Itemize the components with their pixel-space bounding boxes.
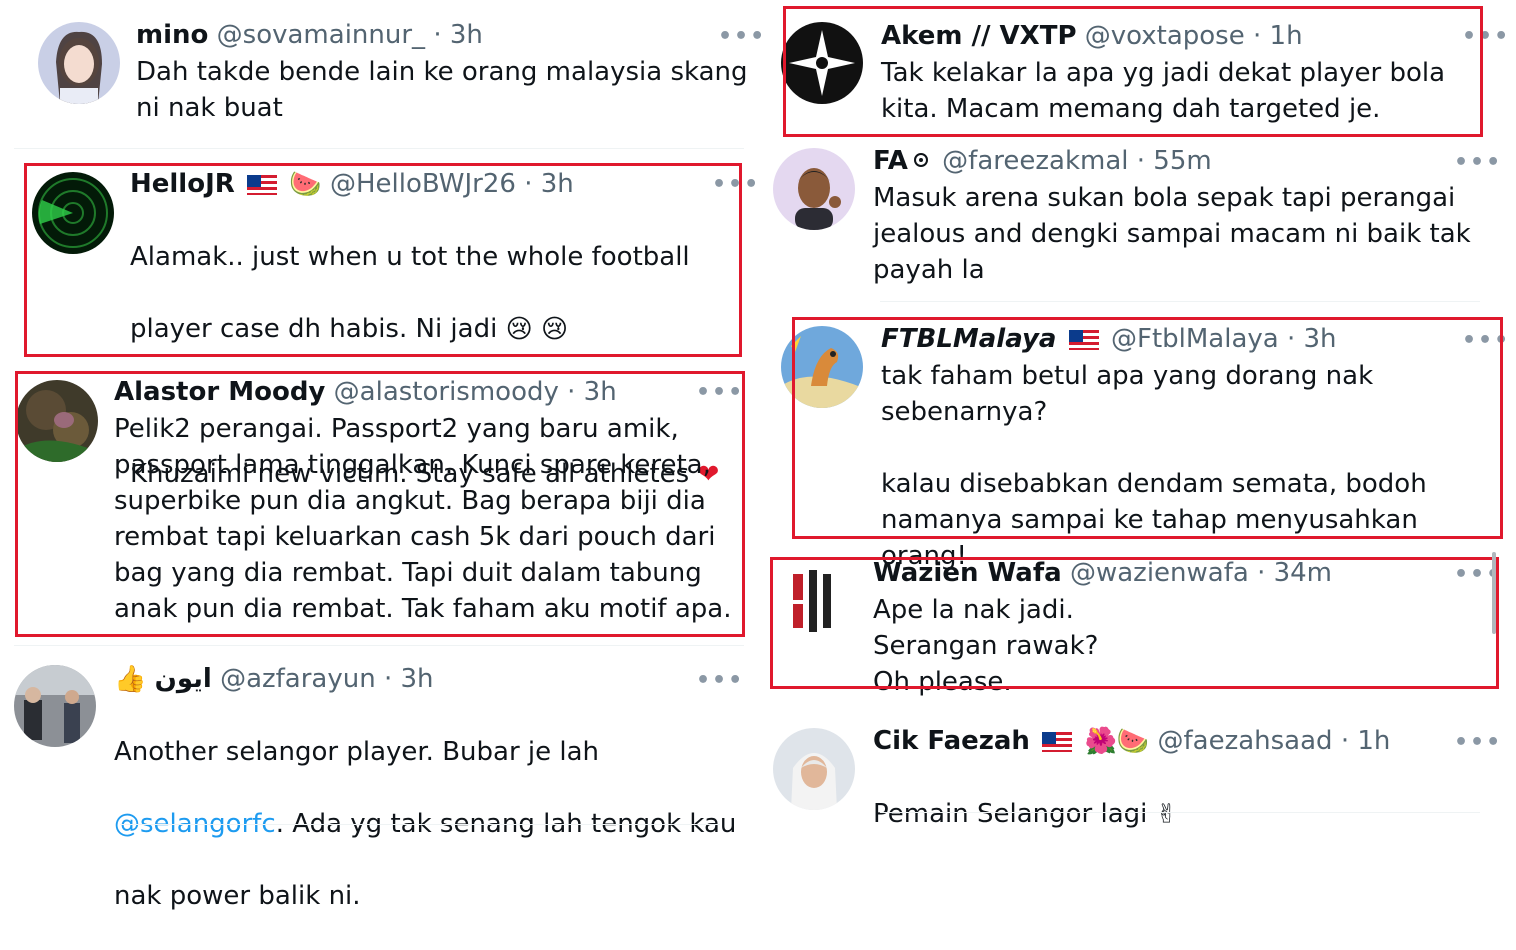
tweet-text-line: Another selangor player. Bubar je lah [114,737,600,767]
tweet-header: 👍 ايون @azfarayun · 3h [114,664,434,695]
more-icon[interactable]: ••• [696,668,744,693]
timestamp[interactable]: · 55m [1137,146,1212,176]
highlight-box [783,6,1483,137]
tweet-text: Dah takde bende lain ke orang malaysia s… [136,57,748,123]
divider [880,301,1480,302]
divider [14,645,744,646]
display-name[interactable]: mino [136,20,208,50]
avatar-ayun[interactable] [14,665,96,747]
timestamp[interactable]: · 1h [1341,726,1391,756]
more-icon[interactable]: ••• [1454,730,1502,755]
tweet-header: mino @sovamainnur_ · 3h [136,20,483,50]
tweet-header: FA @fareezakmal · 55m [873,146,1212,176]
divider [14,148,744,149]
watermelon-icon: 🍉 [1116,726,1150,757]
verified-badge-icon [913,152,928,167]
divider [880,812,1480,813]
more-icon[interactable]: ••• [1454,150,1502,175]
timestamp[interactable]: · 3h [384,664,434,694]
handle[interactable]: @azfarayun [220,664,376,694]
display-name[interactable]: FA [873,146,908,176]
hibiscus-icon: 🌺 [1084,726,1117,757]
victory-hand-icon: ✌ [1155,799,1178,830]
scrollbar[interactable] [1492,552,1496,634]
handle[interactable]: @fareezakmal [942,146,1128,176]
highlight-box [24,163,742,357]
tweet-text-segment: Pemain Selangor lagi [873,799,1148,829]
tweet-header: Cik Faezah 🌺🍉 @faezahsaad · 1h [873,726,1390,757]
avatar-cik-faezah[interactable] [773,728,855,810]
divider [120,824,720,825]
malaysia-flag-icon [1042,731,1073,752]
display-name[interactable]: ايون [155,664,212,694]
highlight-box [770,557,1499,689]
avatar-mino[interactable] [38,22,120,104]
more-icon[interactable]: ••• [718,24,766,49]
highlight-box [792,317,1503,539]
tweet-text-line: nak power balik ni. [114,881,361,911]
tweet-text: Pemain Selangor lagi ✌ [873,760,1483,833]
thumbs-up-icon: 👍 [114,664,147,695]
handle[interactable]: @sovamainnur_ [217,20,425,50]
highlight-box [15,371,745,637]
display-name[interactable]: Cik Faezah [873,726,1030,756]
avatar-fa[interactable] [773,148,855,230]
handle[interactable]: @faezahsaad [1158,726,1333,756]
timestamp[interactable]: · 3h [433,20,483,50]
tweet-text: Masuk arena sukan bola sepak tapi perang… [873,183,1471,285]
